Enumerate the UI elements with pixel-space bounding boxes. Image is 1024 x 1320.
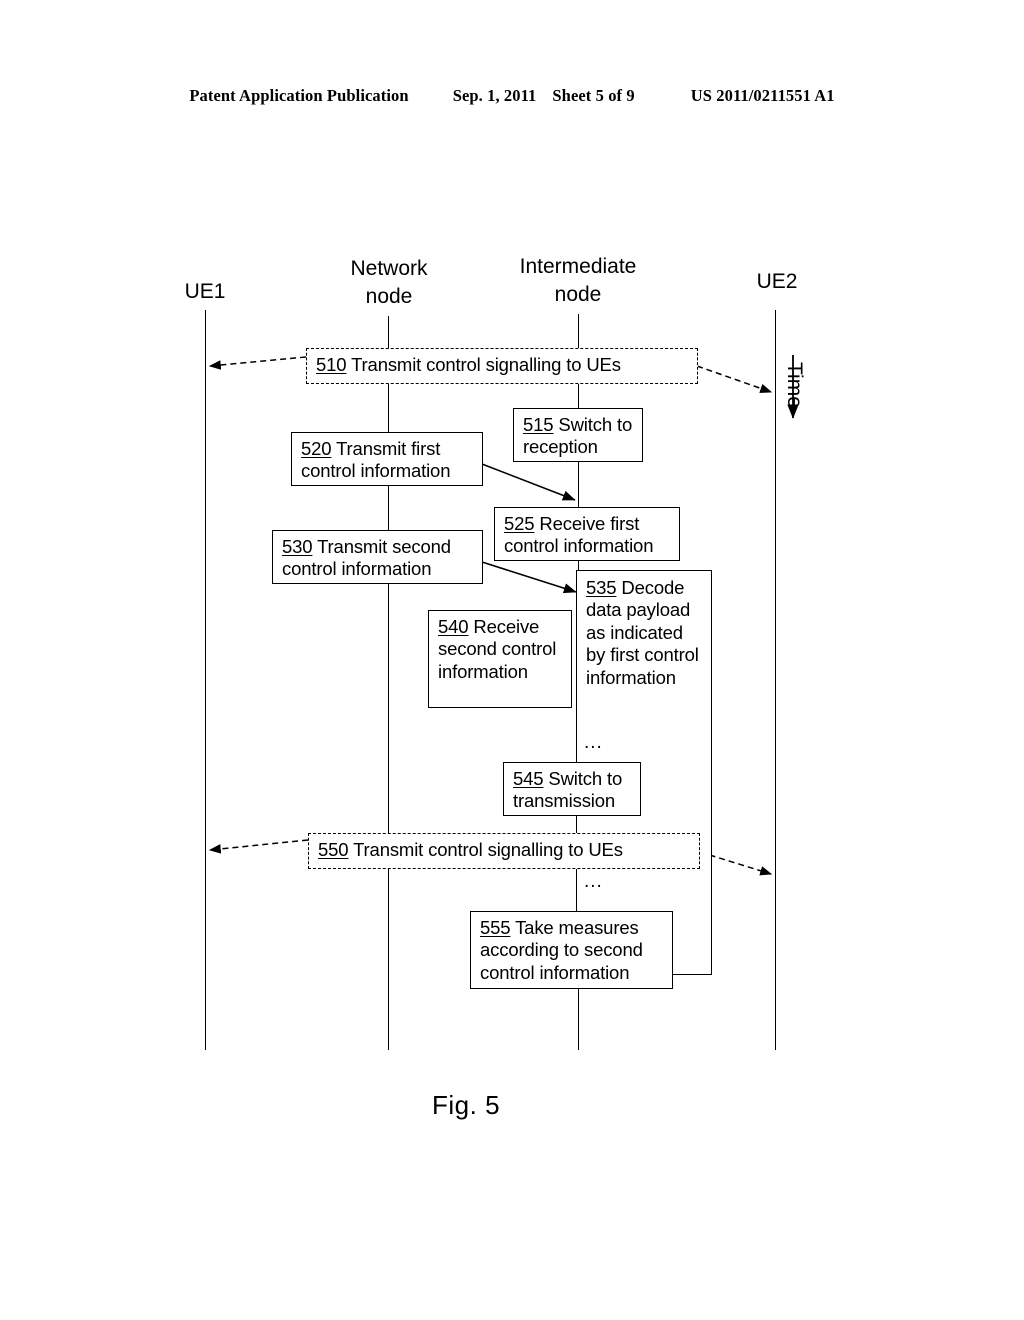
arrow-510-to-ue2: [696, 365, 773, 393]
arrow-510-to-ue1: [208, 356, 307, 370]
step-ref-515: 515: [523, 414, 554, 435]
step-box-525[interactable]: 525 Receive first control information: [494, 507, 680, 561]
step-box-520[interactable]: 520 Transmit first control information: [291, 432, 483, 486]
lifeline-label-ue1: UE1: [184, 280, 226, 303]
step-box-550[interactable]: 550 Transmit control signalling to UEs: [308, 833, 700, 869]
figure-caption: Fig. 5: [432, 1090, 501, 1120]
ellipsis-535: ...: [584, 732, 603, 753]
arrow-520-to-525: [481, 463, 576, 501]
step-box-530[interactable]: 530 Transmit second control information: [272, 530, 483, 584]
step-box-555[interactable]: 555 Take measures according to second co…: [470, 911, 673, 989]
step-box-510[interactable]: 510 Transmit control signalling to UEs: [306, 348, 698, 384]
lifeline-label-network-node: Network node: [350, 257, 428, 309]
lifeline-label-ue2: UE2: [756, 270, 798, 293]
step-text-510: Transmit control signalling to UEs: [346, 354, 621, 375]
lifeline-ue2: [775, 310, 776, 1050]
step-ref-510: 510: [316, 354, 347, 375]
time-axis-label: Time: [783, 362, 806, 408]
sequence-diagram: UE1 Network node Intermediate node UE2 T…: [0, 0, 1024, 1320]
step-ref-555: 555: [480, 917, 511, 938]
arrow-550-to-ue1: [208, 839, 309, 854]
step-ref-535: 535: [586, 577, 617, 598]
lifeline-label-intermediate-node: Intermediate node: [519, 255, 637, 307]
step-box-545[interactable]: 545 Switch to transmission: [503, 762, 641, 816]
step-ref-530: 530: [282, 536, 313, 557]
lifeline-network-node: [388, 316, 389, 1050]
step-ref-540: 540: [438, 616, 469, 637]
step-box-540[interactable]: 540 Receive second control information: [428, 610, 572, 708]
step-ref-545: 545: [513, 768, 544, 789]
step-ref-520: 520: [301, 438, 332, 459]
step-text-550: Transmit control signalling to UEs: [348, 839, 623, 860]
step-ref-550: 550: [318, 839, 349, 860]
ellipsis-550: ...: [584, 871, 603, 892]
lifeline-ue1: [205, 310, 206, 1050]
step-box-515[interactable]: 515 Switch to reception: [513, 408, 643, 462]
arrow-530-to-535: [481, 561, 577, 594]
step-ref-525: 525: [504, 513, 535, 534]
